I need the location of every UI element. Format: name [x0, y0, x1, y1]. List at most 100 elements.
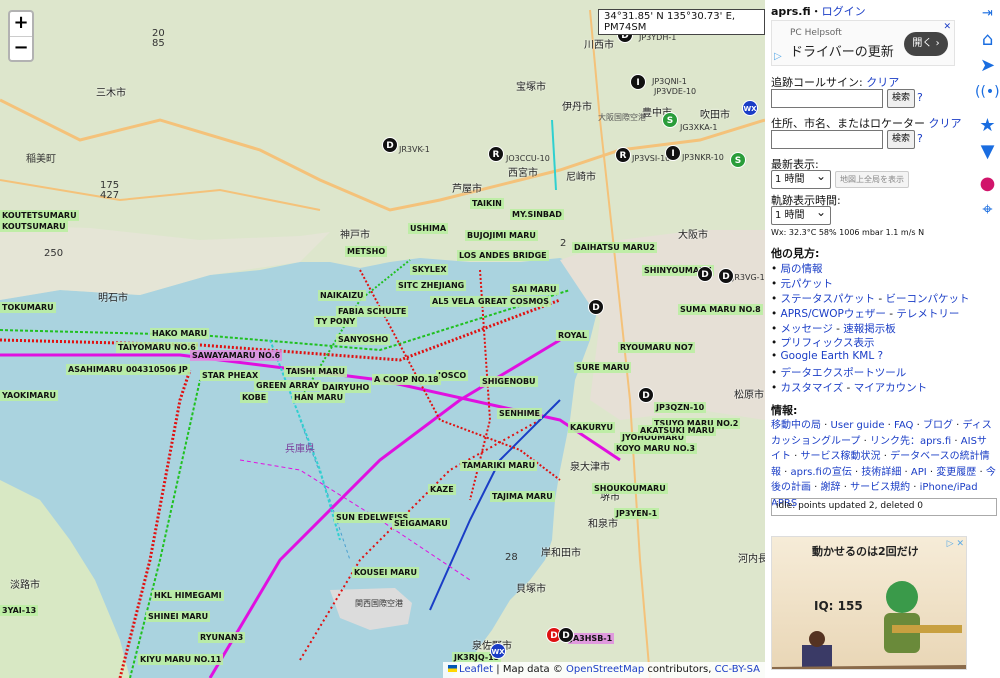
station-icon[interactable]: R	[615, 147, 631, 163]
login-link[interactable]: ログイン	[822, 5, 866, 18]
ad-game-banner[interactable]: ▷ ✕ 動かせるのは2回だけ IQ: 155	[771, 536, 967, 670]
digipeater-icon[interactable]: D	[558, 627, 574, 643]
vessel-label[interactable]: MY.SINBAD	[510, 209, 564, 220]
station-label[interactable]: JP3VDE-10	[652, 86, 698, 97]
gateway-icon[interactable]: S	[662, 112, 678, 128]
info-link[interactable]: サービス稼動状況	[801, 451, 881, 462]
info-link[interactable]: FAQ	[894, 420, 913, 431]
vessel-label[interactable]: TAMARIKI MARU	[460, 460, 538, 471]
station-info-link[interactable]: 局の情報	[781, 263, 823, 275]
vessel-label[interactable]: KAZE	[428, 484, 456, 495]
vessel-label[interactable]: KOYO MARU NO.3	[614, 443, 697, 454]
vessel-label[interactable]: TAJIMA MARU	[490, 491, 555, 502]
callsign-input[interactable]	[771, 89, 883, 108]
locate-icon[interactable]: ➤	[975, 54, 1000, 78]
vessel-label[interactable]: NAIKAIZU	[318, 290, 366, 301]
vessel-label[interactable]: HAKO MARU	[150, 328, 210, 339]
vessel-label[interactable]: YAOKIMARU	[0, 390, 59, 401]
vessel-label[interactable]: DAIHATSU MARU2	[572, 242, 657, 253]
vessel-label[interactable]: GREAT COSMOS	[476, 296, 551, 307]
vessel-label[interactable]: KOUSEI MARU	[352, 567, 419, 578]
weather-station-icon[interactable]: WX	[490, 643, 506, 659]
vessel-label[interactable]: LOS ANDES BRIDGE	[457, 250, 549, 261]
vessel-label[interactable]: BUJOJIMI MARU	[465, 230, 538, 241]
vessel-label[interactable]: KOBE	[240, 392, 269, 403]
bulletins-link[interactable]: 速報掲示板	[843, 323, 896, 335]
collapse-icon[interactable]: ⇥	[975, 2, 1000, 26]
station-label[interactable]: JP3NKR-10	[680, 152, 726, 163]
status-packets-link[interactable]: ステータスパケット	[781, 293, 876, 305]
vessel-label[interactable]: SURE MARU	[574, 362, 632, 373]
station-label[interactable]: JO3CCU-10	[504, 153, 552, 164]
vessel-label[interactable]: RYOUMARU NO7	[618, 342, 696, 353]
vessel-label[interactable]: TAISHI MARU	[284, 366, 348, 377]
vessel-label[interactable]: A COOP NO.18	[372, 374, 441, 385]
star-icon[interactable]: ★	[975, 114, 1000, 138]
weather-station-icon[interactable]: WX	[742, 100, 758, 116]
vessel-label[interactable]: HKL HIMEGAMI	[152, 590, 224, 601]
vessel-label[interactable]: JP3YEN-1	[614, 508, 660, 519]
my-account-link[interactable]: マイアカウント	[854, 382, 928, 394]
vessel-label[interactable]: SENHIME	[497, 408, 543, 419]
vessel-label[interactable]: SAWAYAMARU NO.6	[190, 350, 283, 361]
callsign-search-button[interactable]: 検索	[887, 89, 915, 108]
digipeater-icon[interactable]: D	[718, 268, 734, 284]
track-time-select[interactable]: 1 時間	[771, 204, 831, 225]
zoom-in-button[interactable]: +	[10, 12, 32, 36]
vessel-label[interactable]: USHIMA	[408, 223, 449, 234]
address-input[interactable]	[771, 130, 883, 149]
vessel-label[interactable]: KIYU MARU NO.11	[138, 654, 224, 665]
compass-icon[interactable]: ⌖	[975, 198, 1000, 222]
vessel-label[interactable]: TY PONY	[314, 316, 358, 327]
address-clear-link[interactable]: クリア	[929, 117, 962, 130]
vessel-label[interactable]: JP3QZN-10	[654, 402, 707, 413]
info-link[interactable]: 移動中の局	[771, 420, 821, 431]
vessel-label[interactable]: HAN MARU	[292, 392, 346, 403]
kml-link[interactable]: Google Earth KML ?	[781, 350, 884, 362]
station-icon[interactable]: I	[665, 145, 681, 161]
gateway-icon[interactable]: S	[730, 152, 746, 168]
vessel-label[interactable]: ROYAL	[556, 330, 589, 341]
vessel-label[interactable]: TAIKIN	[470, 198, 504, 209]
telemetry-link[interactable]: テレメトリー	[896, 308, 959, 320]
latest-select[interactable]: 1 時間	[771, 168, 831, 189]
station-label[interactable]: JA3HSB-1	[568, 633, 615, 644]
vessel-label[interactable]: SHIGENOBU	[480, 376, 538, 387]
vessel-label[interactable]: TAIYOMARU NO.6	[116, 342, 198, 353]
vessel-label[interactable]: METSHO	[345, 246, 388, 257]
vessel-label[interactable]: TOKUMARU	[0, 302, 56, 313]
beacon-packets-link[interactable]: ビーコンパケット	[886, 293, 970, 305]
osm-link[interactable]: OpenStreetMap	[566, 664, 644, 675]
ad-banner[interactable]: ✕ ▷ PC Helpsoft ドライバーの更新 開く ›	[771, 20, 955, 66]
vessel-label[interactable]: SUMA MARU NO.8	[678, 304, 763, 315]
digipeater-icon[interactable]: D	[588, 299, 604, 315]
ad-open-button[interactable]: 開く ›	[904, 32, 948, 56]
customize-link[interactable]: カスタマイズ	[781, 382, 844, 394]
vessel-label[interactable]: SKYLEX	[410, 264, 449, 275]
digipeater-icon[interactable]: D	[697, 266, 713, 282]
map-view[interactable]: + − 34°31.85' N 135°30.73' E, PM74SM 20 …	[0, 0, 765, 678]
vessel-label[interactable]: 3YAI-13	[0, 605, 39, 616]
vessel-label[interactable]: GREEN ARRAY	[254, 380, 321, 391]
leaflet-link[interactable]: Leaflet	[459, 664, 493, 675]
vessel-label[interactable]: SITC ZHEJIANG	[396, 280, 467, 291]
license-link[interactable]: CC-BY-SA	[715, 664, 760, 675]
prefix-link[interactable]: プリフィックス表示	[781, 337, 875, 349]
antenna-icon[interactable]: ((•))	[975, 80, 1000, 104]
station-label[interactable]: JR3VG-1	[730, 272, 765, 283]
raw-packets-link[interactable]: 元パケット	[781, 278, 834, 290]
vessel-label[interactable]: SAI MARU	[510, 284, 559, 295]
info-link[interactable]: リンク先：aprs.fi	[870, 436, 951, 447]
digipeater-icon[interactable]: D	[638, 387, 654, 403]
digipeater-icon[interactable]: D	[382, 137, 398, 153]
ad-close-icon[interactable]: ✕	[943, 22, 951, 32]
info-link[interactable]: API	[911, 467, 927, 478]
vessel-label[interactable]: 004310506 JP	[124, 364, 190, 375]
vessel-label[interactable]: JOSCO	[436, 370, 469, 381]
station-icon[interactable]: R	[488, 146, 504, 162]
vessel-label[interactable]: RYUNAN3	[198, 632, 246, 643]
vessel-label[interactable]: SANYOSHO	[336, 334, 391, 345]
vessel-label[interactable]: ASAHIMARU	[66, 364, 125, 375]
help-link[interactable]: ?	[917, 91, 923, 104]
station-label[interactable]: JR3VK-1	[397, 144, 432, 155]
